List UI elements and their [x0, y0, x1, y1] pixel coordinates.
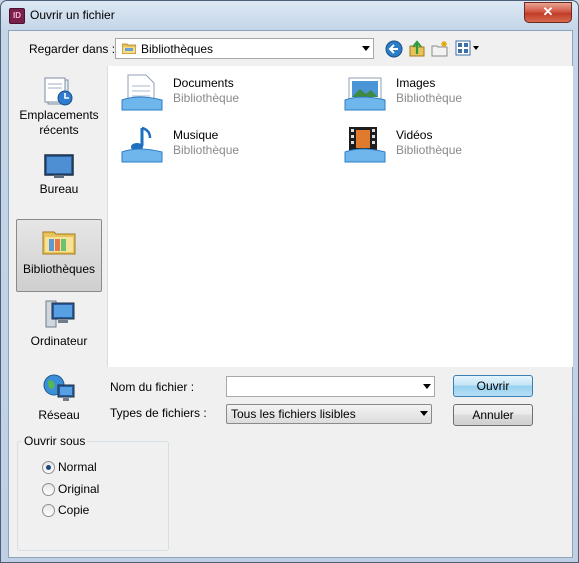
recent-places-icon: [44, 77, 73, 106]
computer-icon: [45, 300, 75, 328]
network-icon: [43, 374, 75, 401]
chevron-down-icon[interactable]: [423, 384, 431, 389]
close-button[interactable]: ✕: [524, 2, 572, 23]
window-title: Ouvrir un fichier: [30, 8, 115, 22]
list-item[interactable]: Images Bibliothèque: [343, 72, 553, 114]
file-type: Bibliothèque: [396, 91, 463, 105]
chevron-down-icon: [420, 411, 428, 416]
file-name: Documents: [173, 76, 234, 90]
place-libraries[interactable]: Bibliothèques: [16, 219, 102, 292]
places-bar: Emplacements récents Bureau Bibliothèque…: [9, 66, 109, 436]
title-bar[interactable]: ID Ouvrir un fichier ✕: [1, 1, 578, 29]
look-in-value: Bibliothèques: [141, 42, 214, 56]
desktop-icon: [44, 154, 74, 178]
place-recent-label: Emplacements récents: [19, 108, 99, 137]
file-list[interactable]: Documents Bibliothèque Images Bibliothèq…: [107, 66, 573, 367]
up-folder-icon[interactable]: [408, 40, 426, 58]
open-as-group: Ouvrir sous Normal Original Copie: [17, 434, 169, 551]
place-computer-label: Ordinateur: [30, 334, 88, 348]
filename-label: Nom du fichier :: [110, 380, 195, 394]
chevron-down-icon: [362, 46, 370, 51]
filetype-label: Types de fichiers :: [110, 406, 207, 420]
view-menu-button[interactable]: [455, 40, 481, 58]
file-type: Bibliothèque: [173, 91, 240, 105]
view-menu-icon: [455, 40, 471, 56]
radio-button-checked[interactable]: [42, 461, 55, 474]
libraries-icon: [42, 231, 76, 255]
filetype-dropdown[interactable]: Tous les fichiers lisibles: [226, 404, 432, 424]
radio-normal-label: Normal: [58, 460, 97, 474]
open-button[interactable]: Ouvrir: [453, 375, 533, 397]
new-folder-icon[interactable]: [431, 40, 449, 58]
chevron-down-icon: [473, 46, 479, 50]
place-network-label: Réseau: [38, 408, 80, 422]
dialog-body: Regarder dans : Bibliothèques Emplacemen…: [8, 30, 573, 558]
open-file-dialog: ID Ouvrir un fichier ✕ Regarder dans : B…: [0, 0, 579, 563]
place-desktop-label: Bureau: [39, 182, 79, 196]
documents-library-icon: [121, 74, 163, 111]
list-item[interactable]: Musique Bibliothèque: [120, 124, 330, 166]
back-icon[interactable]: [385, 40, 403, 58]
radio-button[interactable]: [42, 483, 55, 496]
folder-icon: [122, 43, 136, 54]
app-icon: ID: [9, 8, 25, 24]
file-name: Vidéos: [396, 128, 433, 142]
file-name: Images: [396, 76, 436, 90]
radio-copy-label: Copie: [58, 503, 90, 517]
file-type: Bibliothèque: [173, 143, 240, 157]
place-computer[interactable]: Ordinateur: [16, 299, 102, 351]
music-library-icon: [121, 126, 163, 163]
look-in-dropdown[interactable]: Bibliothèques: [115, 38, 374, 59]
list-item[interactable]: Vidéos Bibliothèque: [343, 124, 553, 166]
pictures-library-icon: [344, 77, 386, 111]
filetype-value: Tous les fichiers lisibles: [231, 407, 356, 421]
place-desktop[interactable]: Bureau: [16, 152, 102, 202]
radio-original-label: Original: [58, 482, 100, 496]
place-libraries-label: Bibliothèques: [22, 262, 96, 276]
cancel-button[interactable]: Annuler: [453, 404, 533, 426]
list-item[interactable]: Documents Bibliothèque: [120, 72, 330, 114]
place-network[interactable]: Réseau: [16, 373, 102, 425]
open-as-legend: Ouvrir sous: [22, 434, 88, 448]
radio-button[interactable]: [42, 504, 55, 517]
look-in-label: Regarder dans :: [29, 42, 116, 56]
file-name: Musique: [173, 128, 219, 142]
filename-field[interactable]: [226, 376, 435, 397]
place-recent[interactable]: Emplacements récents: [16, 76, 102, 140]
file-type: Bibliothèque: [396, 143, 463, 157]
videos-library-icon: [344, 127, 386, 163]
